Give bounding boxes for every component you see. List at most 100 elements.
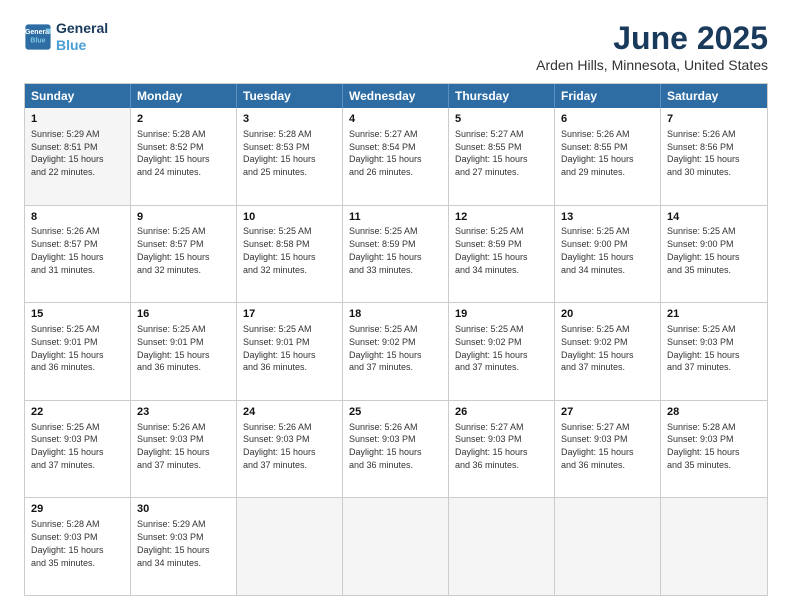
calendar-cell: 17 Sunrise: 5:25 AM Sunset: 9:01 PM Dayli… [237, 303, 343, 400]
calendar-cell [661, 498, 767, 595]
logo-blue: Blue [56, 37, 108, 54]
calendar: SundayMondayTuesdayWednesdayThursdayFrid… [24, 83, 768, 596]
calendar-row-4: 22Sunrise: 5:25 AM Sunset: 9:03 PM Dayli… [25, 400, 767, 498]
day-info: Sunrise: 5:28 AM Sunset: 9:03 PM Dayligh… [31, 519, 104, 567]
calendar-cell [237, 498, 343, 595]
day-number: 6 [561, 112, 654, 127]
day-number: 8 [31, 210, 124, 225]
calendar-cell: 23Sunrise: 5:26 AM Sunset: 9:03 PM Dayli… [131, 401, 237, 498]
calendar-cell: 29 Sunrise: 5:28 AM Sunset: 9:03 PM Dayli… [25, 498, 131, 595]
calendar-cell: 12Sunrise: 5:25 AM Sunset: 8:59 PM Dayli… [449, 206, 555, 303]
svg-text:Blue: Blue [30, 37, 45, 44]
day-number: 25 [349, 405, 442, 420]
calendar-cell: 10Sunrise: 5:25 AM Sunset: 8:58 PM Dayli… [237, 206, 343, 303]
calendar-cell: 9Sunrise: 5:25 AM Sunset: 8:57 PM Daylig… [131, 206, 237, 303]
day-info: Sunrise: 5:25 AM Sunset: 9:01 PM Dayligh… [31, 324, 104, 372]
day-info: Sunrise: 5:26 AM Sunset: 8:55 PM Dayligh… [561, 129, 634, 177]
logo: General Blue General Blue [24, 20, 108, 54]
day-info: Sunrise: 5:28 AM Sunset: 8:53 PM Dayligh… [243, 129, 316, 177]
day-number: 24 [243, 405, 336, 420]
calendar-cell [343, 498, 449, 595]
calendar-cell: 6 Sunrise: 5:26 AM Sunset: 8:55 PM Daylig… [555, 108, 661, 205]
day-number: 17 [243, 307, 336, 322]
calendar-row-3: 15 Sunrise: 5:25 AM Sunset: 9:01 PM Dayli… [25, 302, 767, 400]
calendar-cell: 15 Sunrise: 5:25 AM Sunset: 9:01 PM Dayli… [25, 303, 131, 400]
calendar-cell [555, 498, 661, 595]
day-number: 21 [667, 307, 761, 322]
calendar-cell: 24Sunrise: 5:26 AM Sunset: 9:03 PM Dayli… [237, 401, 343, 498]
day-number: 19 [455, 307, 548, 322]
day-number: 4 [349, 112, 442, 127]
day-info: Sunrise: 5:25 AM Sunset: 9:00 PM Dayligh… [561, 226, 634, 274]
calendar-cell: 16 Sunrise: 5:25 AM Sunset: 9:01 PM Dayli… [131, 303, 237, 400]
day-info: Sunrise: 5:27 AM Sunset: 9:03 PM Dayligh… [561, 422, 634, 470]
day-info: Sunrise: 5:25 AM Sunset: 8:59 PM Dayligh… [349, 226, 422, 274]
day-info: Sunrise: 5:25 AM Sunset: 9:02 PM Dayligh… [455, 324, 528, 372]
calendar-cell: 20Sunrise: 5:25 AM Sunset: 9:02 PM Dayli… [555, 303, 661, 400]
day-number: 15 [31, 307, 124, 322]
day-number: 13 [561, 210, 654, 225]
day-number: 26 [455, 405, 548, 420]
day-header-wednesday: Wednesday [343, 84, 449, 108]
calendar-cell: 18Sunrise: 5:25 AM Sunset: 9:02 PM Dayli… [343, 303, 449, 400]
calendar-cell: 13Sunrise: 5:25 AM Sunset: 9:00 PM Dayli… [555, 206, 661, 303]
calendar-cell: 5 Sunrise: 5:27 AM Sunset: 8:55 PM Daylig… [449, 108, 555, 205]
calendar-cell: 28 Sunrise: 5:28 AM Sunset: 9:03 PM Dayli… [661, 401, 767, 498]
day-number: 10 [243, 210, 336, 225]
month-title: June 2025 [536, 20, 768, 57]
day-number: 1 [31, 112, 124, 127]
day-info: Sunrise: 5:26 AM Sunset: 9:03 PM Dayligh… [137, 422, 210, 470]
calendar-cell: 22Sunrise: 5:25 AM Sunset: 9:03 PM Dayli… [25, 401, 131, 498]
day-number: 28 [667, 405, 761, 420]
location: Arden Hills, Minnesota, United States [536, 57, 768, 73]
logo-general: General [56, 20, 108, 37]
header: General Blue General Blue June 2025 Arde… [24, 20, 768, 73]
day-info: Sunrise: 5:26 AM Sunset: 8:56 PM Dayligh… [667, 129, 740, 177]
day-header-saturday: Saturday [661, 84, 767, 108]
day-info: Sunrise: 5:25 AM Sunset: 8:57 PM Dayligh… [137, 226, 210, 274]
day-info: Sunrise: 5:26 AM Sunset: 8:57 PM Dayligh… [31, 226, 104, 274]
day-header-friday: Friday [555, 84, 661, 108]
day-info: Sunrise: 5:29 AM Sunset: 8:51 PM Dayligh… [31, 129, 104, 177]
day-info: Sunrise: 5:28 AM Sunset: 9:03 PM Dayligh… [667, 422, 740, 470]
calendar-header: SundayMondayTuesdayWednesdayThursdayFrid… [25, 84, 767, 108]
day-info: Sunrise: 5:25 AM Sunset: 9:03 PM Dayligh… [667, 324, 740, 372]
day-info: Sunrise: 5:26 AM Sunset: 9:03 PM Dayligh… [349, 422, 422, 470]
page: General Blue General Blue June 2025 Arde… [0, 0, 792, 612]
day-info: Sunrise: 5:25 AM Sunset: 9:01 PM Dayligh… [137, 324, 210, 372]
day-info: Sunrise: 5:29 AM Sunset: 9:03 PM Dayligh… [137, 519, 210, 567]
day-number: 5 [455, 112, 548, 127]
day-number: 12 [455, 210, 548, 225]
calendar-cell: 8Sunrise: 5:26 AM Sunset: 8:57 PM Daylig… [25, 206, 131, 303]
logo-icon: General Blue [24, 23, 52, 51]
day-number: 22 [31, 405, 124, 420]
calendar-cell: 19 Sunrise: 5:25 AM Sunset: 9:02 PM Dayli… [449, 303, 555, 400]
calendar-cell: 30 Sunrise: 5:29 AM Sunset: 9:03 PM Dayli… [131, 498, 237, 595]
calendar-cell: 14Sunrise: 5:25 AM Sunset: 9:00 PM Dayli… [661, 206, 767, 303]
day-info: Sunrise: 5:25 AM Sunset: 9:01 PM Dayligh… [243, 324, 316, 372]
logo-text: General Blue [56, 20, 108, 54]
day-info: Sunrise: 5:28 AM Sunset: 8:52 PM Dayligh… [137, 129, 210, 177]
day-number: 16 [137, 307, 230, 322]
day-info: Sunrise: 5:27 AM Sunset: 9:03 PM Dayligh… [455, 422, 528, 470]
day-number: 18 [349, 307, 442, 322]
calendar-cell: 26 Sunrise: 5:27 AM Sunset: 9:03 PM Dayli… [449, 401, 555, 498]
day-number: 27 [561, 405, 654, 420]
calendar-cell: 1 Sunrise: 5:29 AM Sunset: 8:51 PM Daylig… [25, 108, 131, 205]
calendar-cell: 7 Sunrise: 5:26 AM Sunset: 8:56 PM Daylig… [661, 108, 767, 205]
title-block: June 2025 Arden Hills, Minnesota, United… [536, 20, 768, 73]
calendar-cell: 4 Sunrise: 5:27 AM Sunset: 8:54 PM Daylig… [343, 108, 449, 205]
day-number: 29 [31, 502, 124, 517]
day-number: 30 [137, 502, 230, 517]
day-number: 11 [349, 210, 442, 225]
calendar-cell: 21 Sunrise: 5:25 AM Sunset: 9:03 PM Dayli… [661, 303, 767, 400]
day-info: Sunrise: 5:27 AM Sunset: 8:54 PM Dayligh… [349, 129, 422, 177]
calendar-cell: 2Sunrise: 5:28 AM Sunset: 8:52 PM Daylig… [131, 108, 237, 205]
calendar-row-5: 29 Sunrise: 5:28 AM Sunset: 9:03 PM Dayli… [25, 497, 767, 595]
day-number: 7 [667, 112, 761, 127]
calendar-body: 1 Sunrise: 5:29 AM Sunset: 8:51 PM Daylig… [25, 108, 767, 595]
calendar-row-2: 8Sunrise: 5:26 AM Sunset: 8:57 PM Daylig… [25, 205, 767, 303]
day-info: Sunrise: 5:25 AM Sunset: 9:00 PM Dayligh… [667, 226, 740, 274]
day-info: Sunrise: 5:27 AM Sunset: 8:55 PM Dayligh… [455, 129, 528, 177]
calendar-cell: 11Sunrise: 5:25 AM Sunset: 8:59 PM Dayli… [343, 206, 449, 303]
